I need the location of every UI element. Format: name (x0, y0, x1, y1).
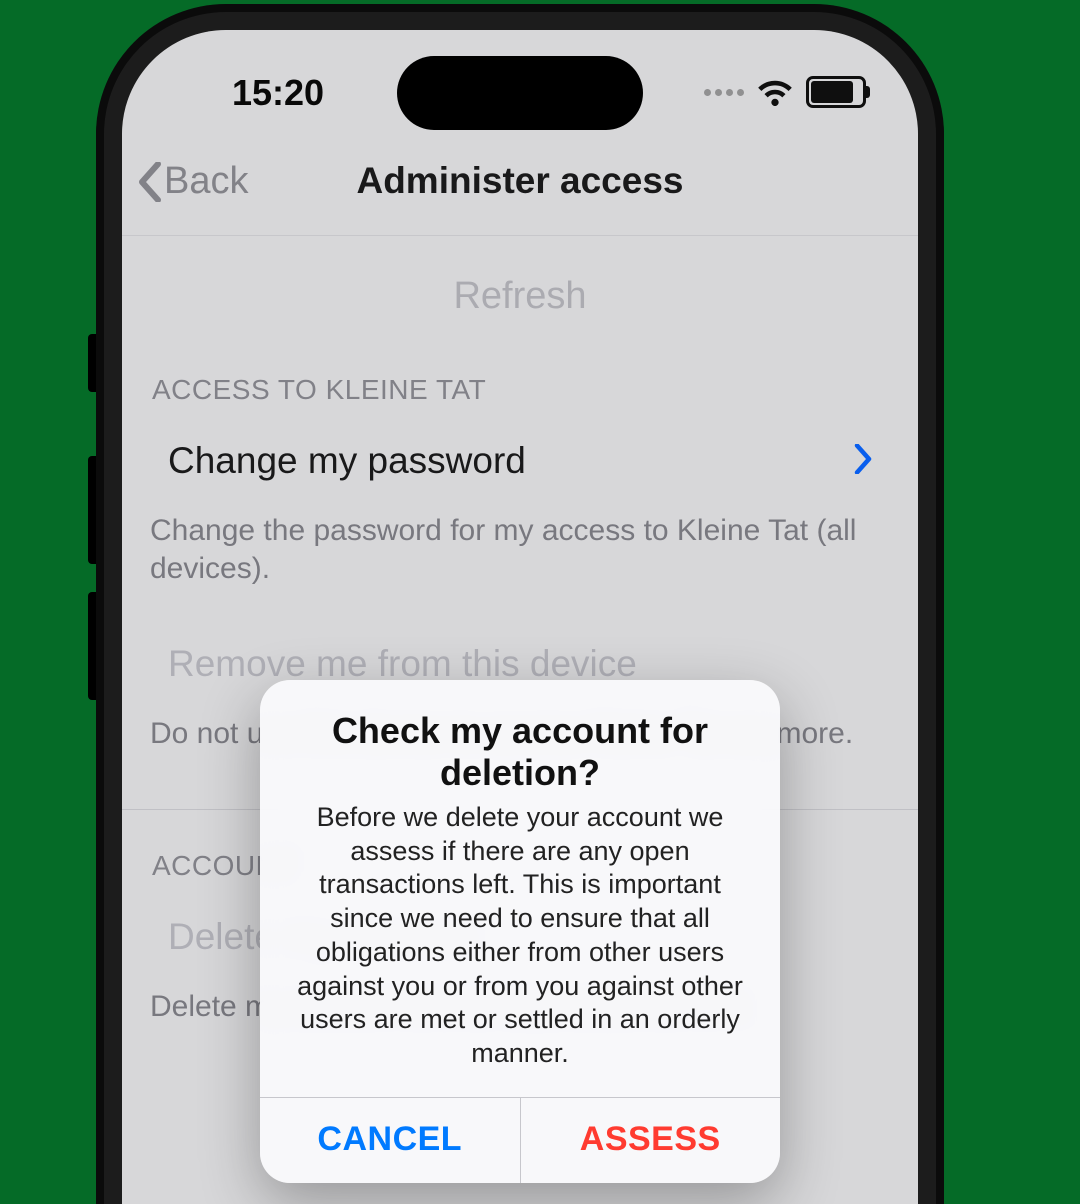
assess-button[interactable]: ASSESS (520, 1098, 781, 1183)
screen: 15:20 Back Administer access Ref (122, 30, 918, 1204)
alert-message: Before we delete your account we assess … (288, 801, 752, 1071)
phone-frame: 15:20 Back Administer access Ref (96, 4, 944, 1204)
side-button-mute (88, 334, 96, 392)
alert-title: Check my account for deletion? (288, 710, 752, 795)
cancel-button[interactable]: CANCEL (260, 1098, 520, 1183)
alert-dialog: Check my account for deletion? Before we… (260, 680, 780, 1183)
side-button-volume-down (88, 592, 96, 700)
side-button-volume-up (88, 456, 96, 564)
alert-buttons: CANCEL ASSESS (260, 1097, 780, 1183)
dynamic-island (397, 56, 643, 130)
